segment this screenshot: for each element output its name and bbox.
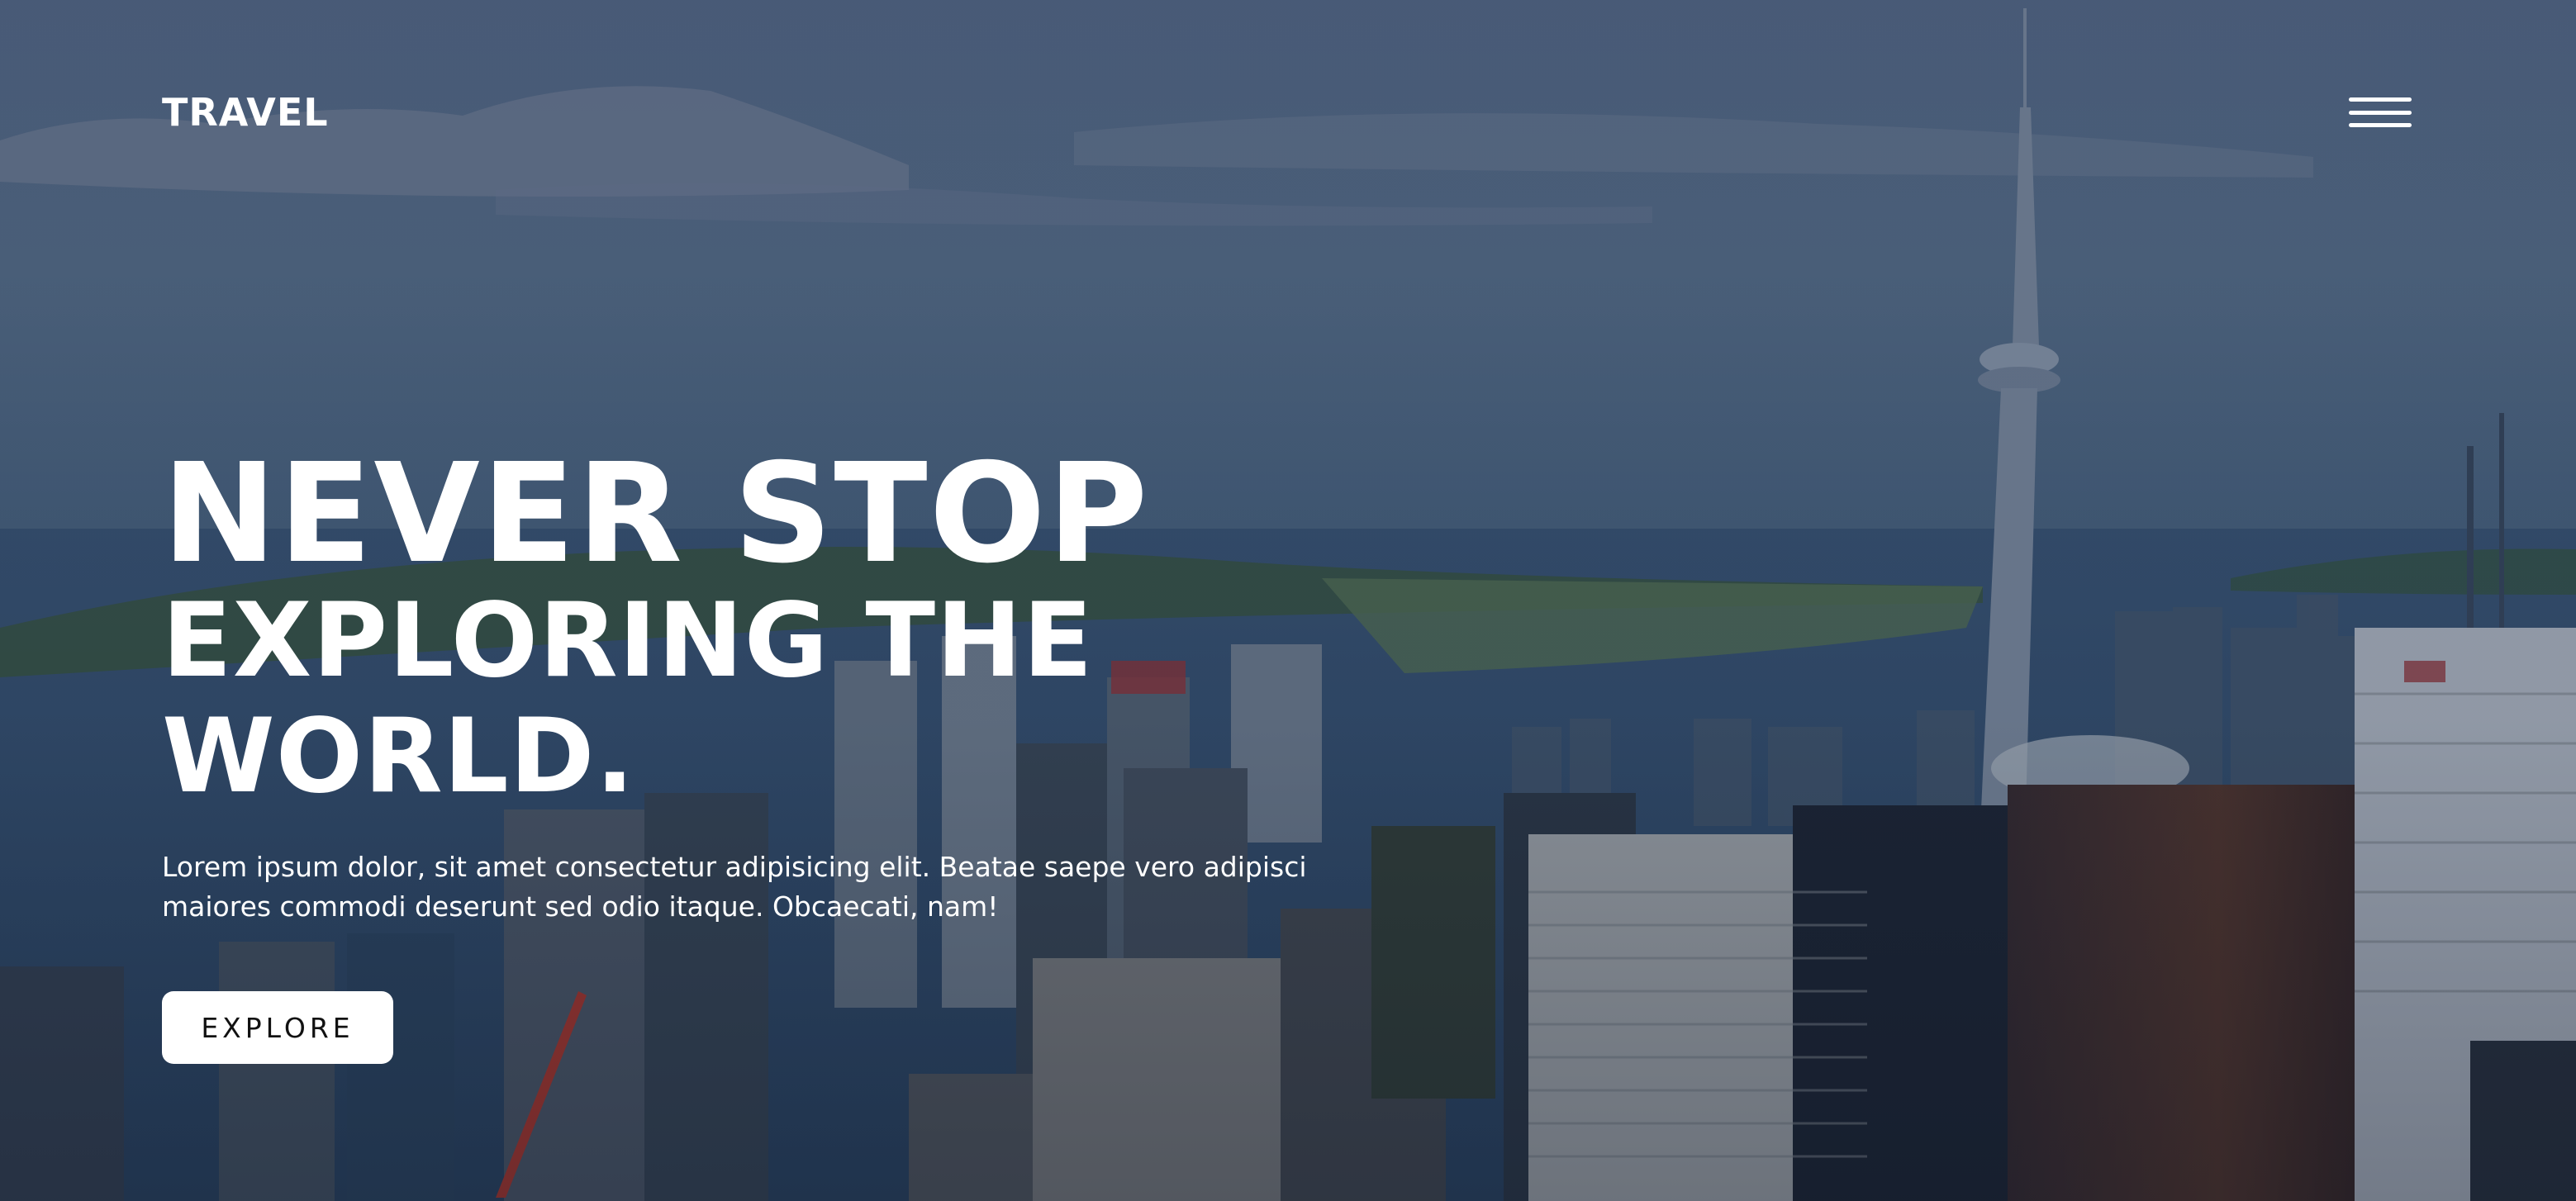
hero-title-line-2: EXPLORING THE WORLD. (162, 582, 1094, 816)
menu-line (2349, 123, 2412, 127)
hamburger-menu-icon[interactable] (2349, 88, 2412, 137)
hero-description: Lorem ipsum dolor, sit amet consectetur … (162, 851, 1307, 923)
site-logo[interactable]: TRAVEL (162, 90, 329, 135)
menu-line (2349, 97, 2412, 102)
hero-content: NEVER STOP EXPLORING THE WORLD. Lorem ip… (162, 446, 1566, 1064)
explore-button[interactable]: EXPLORE (162, 991, 393, 1064)
site-header: TRAVEL (162, 83, 2412, 142)
hero-title-line-1: NEVER STOP (162, 434, 1150, 594)
menu-line (2349, 110, 2412, 115)
hero-section: TRAVEL NEVER STOP EXPLORING THE WORLD. L… (0, 0, 2576, 1201)
